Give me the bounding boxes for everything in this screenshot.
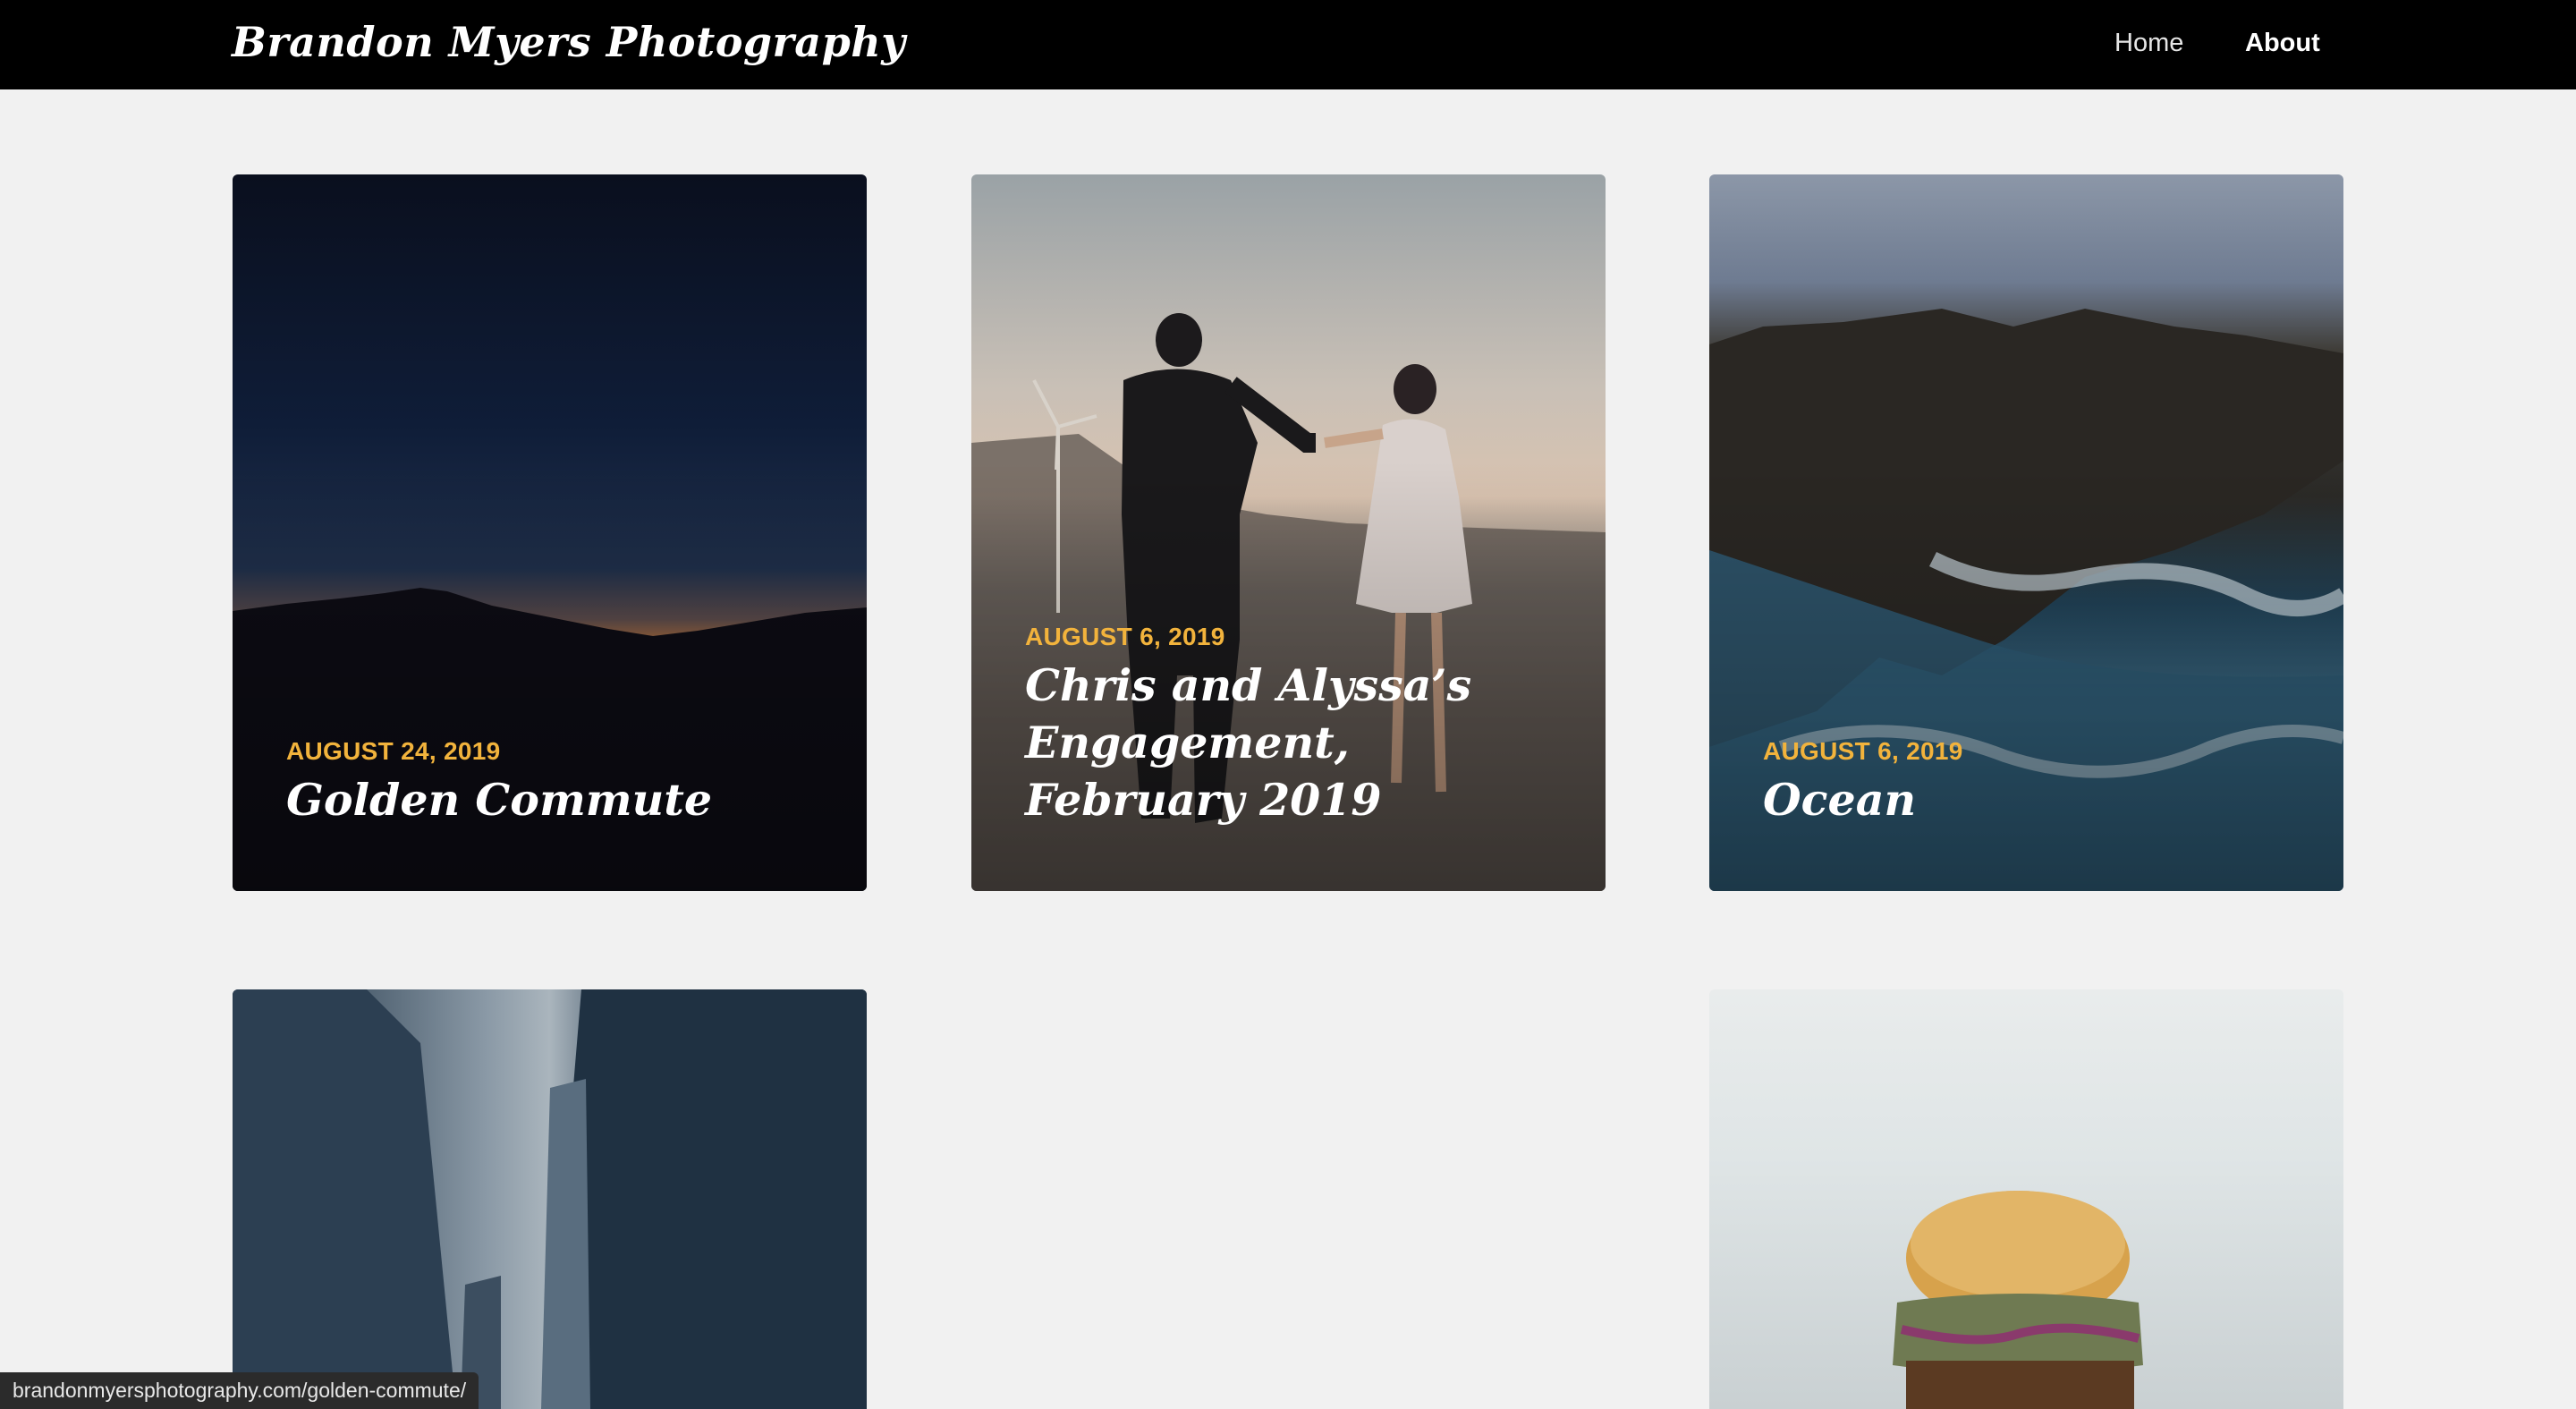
post-image bbox=[1709, 989, 2343, 1409]
post-date: AUGUST 6, 2019 bbox=[1025, 623, 1225, 650]
post-card-text: AUGUST 24, 2019 Golden Commute bbox=[286, 735, 813, 828]
burger-photo bbox=[1893, 1191, 2143, 1409]
post-card-ocean[interactable]: AUGUST 6, 2019 Ocean bbox=[1709, 174, 2343, 891]
post-title[interactable]: Ocean bbox=[1763, 771, 2290, 828]
post-title[interactable]: Golden Commute bbox=[286, 771, 813, 828]
post-card-text: AUGUST 6, 2019 Ocean bbox=[1763, 735, 2290, 828]
nav-home[interactable]: Home bbox=[2114, 25, 2183, 61]
post-title[interactable]: Chris and Alyssa’s Engagement, February … bbox=[1025, 657, 1552, 828]
post-date: AUGUST 6, 2019 bbox=[1763, 737, 1963, 765]
post-date: AUGUST 24, 2019 bbox=[286, 737, 501, 765]
post-card-burger[interactable] bbox=[1709, 989, 2343, 1409]
city-buildings bbox=[233, 989, 867, 1409]
nav-about[interactable]: About bbox=[2245, 25, 2320, 61]
site-title[interactable]: Brandon Myers Photography bbox=[232, 13, 905, 72]
site-header: Brandon Myers Photography Home About bbox=[0, 0, 2576, 89]
post-card-text: AUGUST 6, 2019 Chris and Alyssa’s Engage… bbox=[1025, 621, 1552, 828]
post-card-city[interactable] bbox=[233, 989, 867, 1409]
post-card-engagement[interactable]: AUGUST 6, 2019 Chris and Alyssa’s Engage… bbox=[971, 174, 1606, 891]
post-card-golden-commute[interactable]: AUGUST 24, 2019 Golden Commute bbox=[233, 174, 867, 891]
post-image bbox=[233, 989, 867, 1409]
link-status-bar: brandonmyersphotography.com/golden-commu… bbox=[0, 1372, 479, 1409]
